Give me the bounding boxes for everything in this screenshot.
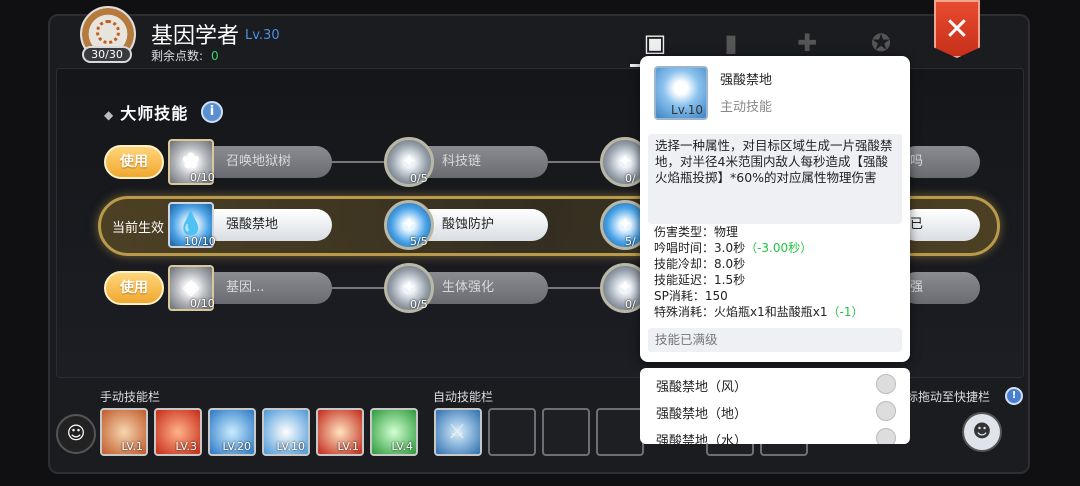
manual-slot[interactable]: LV.20	[208, 408, 256, 456]
class-level: Lv.30	[245, 28, 280, 43]
auto-slot-empty[interactable]	[542, 408, 590, 456]
auto-bar-label: 自动技能栏	[433, 390, 494, 404]
sword-icon: ⚔	[448, 419, 466, 443]
stat-sp: SP消耗：150	[654, 289, 728, 303]
skill-level: 0/	[625, 172, 636, 185]
pet-left-icon[interactable]: ☺	[56, 414, 96, 454]
manual-bar-label: 手动技能栏	[100, 390, 161, 404]
skill-pill-active[interactable]: 已	[900, 209, 980, 241]
skill-tooltip: Lv.10 强酸禁地 主动技能 选择一种属性，对目标区域生成一片强酸禁地，对半径…	[640, 56, 910, 362]
tooltip-stats: 伤害类型：物理 吟唱时间：3.0秒（-3.00秒） 技能冷却：8.0秒 技能延迟…	[654, 224, 904, 320]
info-icon[interactable]: i	[201, 101, 223, 123]
tab-skills[interactable]: ▣	[640, 26, 670, 60]
tab-emblem[interactable]: ✪	[866, 26, 896, 60]
points-label: 剩余点数:	[151, 49, 204, 63]
tooltip-max-level: 技能已满级	[648, 328, 902, 352]
manual-slot[interactable]: LV.1	[316, 408, 364, 456]
auto-slot-empty[interactable]	[488, 408, 536, 456]
hint-info-icon[interactable]: !	[1005, 387, 1023, 405]
book-icon: ▮	[724, 29, 738, 57]
section-title-text: 大师技能	[120, 104, 189, 123]
close-icon: ✕	[944, 12, 970, 47]
option-wind[interactable]: 强酸禁地（风）	[656, 376, 747, 395]
connector	[548, 161, 608, 163]
radio-earth[interactable]	[876, 401, 896, 421]
cross-icon: ✚	[796, 29, 818, 57]
close-button[interactable]: ✕	[934, 0, 980, 58]
option-earth[interactable]: 强酸禁地（地）	[656, 403, 747, 422]
element-options: 强酸禁地（风） 强酸禁地（地） 强酸禁地（水）	[640, 368, 910, 444]
skill-level: 0/10	[190, 171, 215, 184]
connector	[548, 287, 608, 289]
radio-water[interactable]	[876, 428, 896, 444]
stat-special: 特殊消耗：火焰瓶x1和盐酸瓶x1（-1）	[654, 305, 864, 319]
manual-slot[interactable]: LV.10	[262, 408, 310, 456]
skill-pill[interactable]: 强	[900, 272, 980, 304]
option-water[interactable]: 强酸禁地（水）	[656, 430, 747, 444]
skill-level: 10/10	[184, 235, 216, 248]
tab-cross[interactable]: ✚	[792, 26, 822, 60]
pet-right-icon[interactable]: ☻	[962, 412, 1002, 452]
class-emblem-icon	[96, 20, 120, 44]
connector	[330, 287, 390, 289]
skill-level: 5/	[625, 235, 636, 248]
page-title: 基因学者	[151, 24, 240, 49]
diamond-icon: ◆	[104, 108, 115, 122]
stat-cast-time: 吟唱时间：3.0秒（-3.00秒）	[654, 241, 813, 255]
skill-window: 30/30 基因学者 Lv.30 剩余点数: 0 ▣ ▮ ✚ ✪ ✕ ◆ 大师技能 …	[0, 0, 1080, 486]
drag-hint: 标拖动至快捷栏	[906, 390, 991, 404]
avatar-count: 30/30	[82, 46, 132, 63]
skill-level: 5/5	[410, 235, 428, 248]
manual-slot[interactable]: LV.3	[154, 408, 202, 456]
tooltip-skill-type: 主动技能	[720, 100, 773, 115]
stat-cooldown: 技能冷却：8.0秒	[654, 257, 746, 271]
points-remaining: 剩余点数: 0	[151, 47, 219, 64]
manual-slot[interactable]: LV.4	[370, 408, 418, 456]
section-title: ◆ 大师技能	[104, 100, 188, 124]
current-effect-label: 当前生效	[112, 221, 165, 236]
skill-level: 0/5	[410, 172, 428, 185]
auto-slot-empty[interactable]	[596, 408, 644, 456]
skill-book-icon: ▣	[643, 29, 667, 57]
stat-delay: 技能延迟：1.5秒	[654, 273, 746, 287]
skill-level: 0/5	[410, 298, 428, 311]
tooltip-skill-name: 强酸禁地	[720, 73, 773, 88]
acid-drop-icon: Lv.10	[654, 66, 708, 120]
radio-wind[interactable]	[876, 374, 896, 394]
use-button-row1[interactable]: 使用	[104, 145, 164, 179]
tooltip-description: 选择一种属性，对目标区域生成一片强酸禁地，对半径4米范围内敌人每秒造成【强酸火焰…	[648, 134, 902, 224]
manual-slot[interactable]: LV.1	[100, 408, 148, 456]
points-value: 0	[211, 49, 219, 63]
skill-pill[interactable]: 吗	[900, 146, 980, 178]
emblem-icon: ✪	[870, 29, 892, 57]
auto-slot[interactable]: ⚔	[434, 408, 482, 456]
connector	[330, 161, 390, 163]
tab-book[interactable]: ▮	[716, 26, 746, 60]
use-button-row3[interactable]: 使用	[104, 271, 164, 305]
stat-damage-type: 伤害类型：物理	[654, 225, 739, 239]
skill-level: 0/	[625, 298, 636, 311]
skill-level: 0/10	[190, 297, 215, 310]
tooltip-icon-level: Lv.10	[671, 103, 703, 117]
